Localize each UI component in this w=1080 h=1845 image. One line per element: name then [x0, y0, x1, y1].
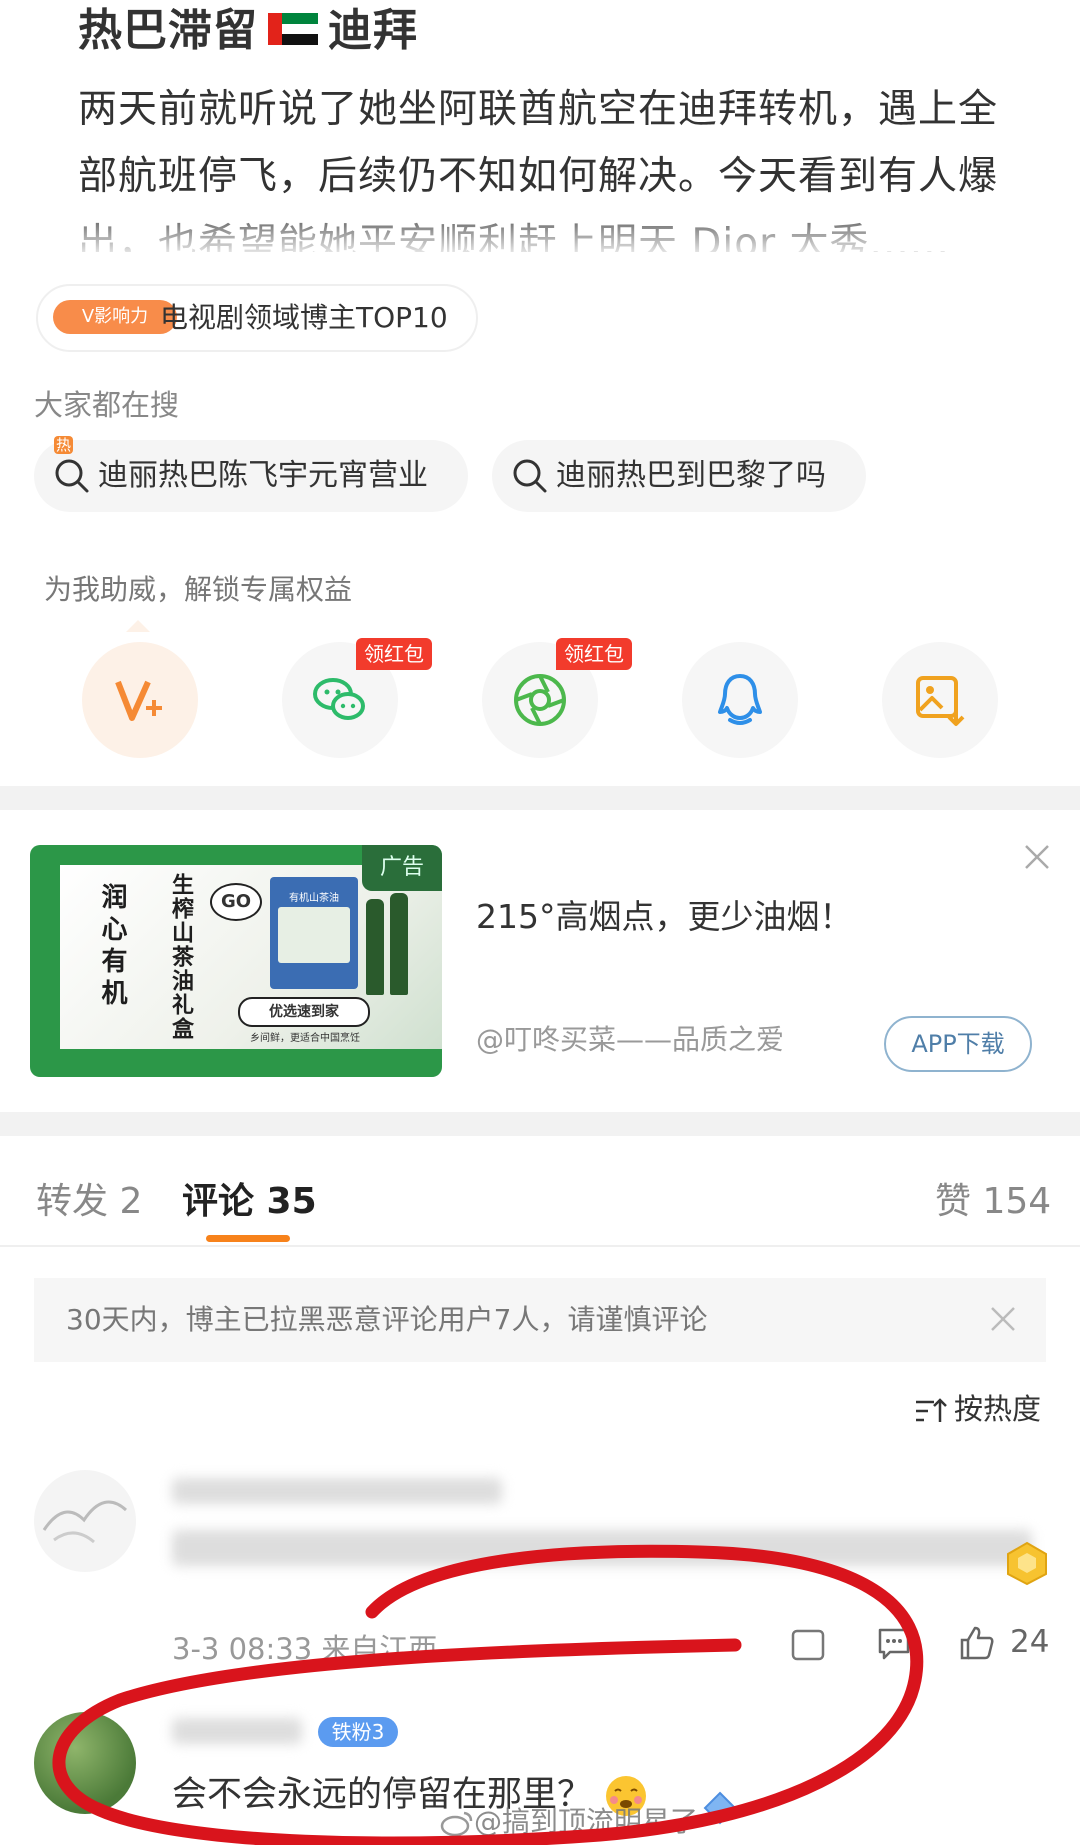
ad-tag: 广告	[362, 845, 442, 891]
ad-box-label: 有机山茶油	[289, 893, 339, 904]
moments-icon	[514, 674, 566, 726]
section-divider	[0, 786, 1080, 810]
search-icon	[55, 459, 89, 493]
influence-tag: V影响力	[53, 300, 177, 334]
ad-product-text: 生榨山茶油礼盒	[168, 873, 193, 1041]
tab-likes[interactable]: 赞 154	[935, 1172, 1051, 1224]
sort-label: 按热度	[954, 1392, 1042, 1426]
ad-source: @叮咚买菜——品质之爱	[476, 1023, 785, 1056]
ad-headline[interactable]: 215°高烟点，更少油烟！	[476, 890, 853, 938]
search-suggestion-label: 迪丽热巴到巴黎了吗	[556, 458, 826, 493]
ad-image-button: 优选速到家	[238, 997, 370, 1027]
ad-image-panel: 润心有机 生榨山茶油礼盒 GO 有机山茶油 优选速到家 乡间鲜，更适合中国烹饪	[60, 865, 442, 1049]
ad-go-badge: GO	[210, 883, 262, 921]
like-count: 24	[1010, 1624, 1050, 1660]
qq-icon	[718, 674, 762, 725]
save-image-icon	[916, 676, 965, 726]
blurred-comment-text	[172, 1530, 1032, 1566]
comment-notice: 30天内，博主已拉黑恶意评论用户7人，请谨慎评论	[34, 1278, 1046, 1362]
comment-icon[interactable]	[876, 1626, 912, 1662]
sort-by-hot-button[interactable]: 按热度	[914, 1386, 1041, 1428]
vplus-button[interactable]	[82, 642, 198, 758]
notice-text: 30天内，博主已拉黑恶意评论用户7人，请谨慎评论	[66, 1303, 708, 1336]
avatar[interactable]	[34, 1712, 136, 1814]
section-divider	[0, 1112, 1080, 1136]
tabs-divider	[0, 1245, 1080, 1247]
ad-brand-text: 润心有机	[97, 883, 127, 1011]
red-packet-badge: 领红包	[556, 638, 632, 670]
post-title-start: 热巴滞留	[78, 5, 258, 56]
like-icon[interactable]	[958, 1624, 996, 1662]
comment-meta: 3-3 08:33 来自江西	[172, 1632, 438, 1666]
wechat-icon	[313, 678, 365, 720]
ad-bottle	[390, 893, 408, 995]
hot-mark: 热	[54, 436, 74, 454]
app-download-button[interactable]: APP下载	[884, 1016, 1032, 1072]
weibo-logo-icon	[440, 1811, 473, 1837]
close-icon[interactable]	[986, 1302, 1020, 1336]
share-qq-button[interactable]	[682, 642, 798, 758]
repost-icon[interactable]	[790, 1628, 826, 1662]
gold-badge-icon	[1007, 1541, 1047, 1586]
text-fade	[0, 215, 1080, 260]
ad-gift-box: 有机山茶油	[270, 877, 358, 989]
avatar-sketch	[42, 1500, 128, 1544]
close-icon[interactable]	[1020, 840, 1054, 874]
watermark-text: @搞到顶流明星了	[474, 1805, 699, 1838]
tab-comments[interactable]: 评论 35	[182, 1172, 317, 1224]
fan-level-badge: 铁粉3	[318, 1717, 398, 1747]
tab-repost[interactable]: 转发 2	[36, 1172, 142, 1224]
search-suggestion-2[interactable]: 迪丽热巴到巴黎了吗	[492, 440, 866, 512]
active-tab-indicator	[206, 1235, 290, 1242]
watermark: @搞到顶流明星了	[440, 1800, 698, 1840]
search-suggestion-label: 迪丽热巴陈飞宇元宵营业	[98, 458, 428, 493]
red-packet-badge: 领红包	[356, 638, 432, 670]
ad-image[interactable]: 润心有机 生榨山茶油礼盒 GO 有机山茶油 优选速到家 乡间鲜，更适合中国烹饪 …	[30, 845, 442, 1077]
avatar[interactable]	[34, 1470, 136, 1572]
influence-text: 电视剧领域博主TOP10	[160, 301, 448, 334]
uae-flag-icon	[268, 13, 318, 45]
search-icon	[513, 459, 547, 493]
pointer-arrow	[126, 620, 150, 632]
sort-icon	[916, 1398, 947, 1422]
ad-image-caption: 乡间鲜，更适合中国烹饪	[250, 1033, 360, 1044]
vplus-icon	[115, 680, 162, 721]
save-image-button[interactable]	[882, 642, 998, 758]
influence-badge[interactable]: V影响力 电视剧领域博主TOP10	[36, 284, 478, 352]
diamond-icon	[703, 1791, 737, 1825]
support-title: 为我助威，解锁专属权益	[44, 573, 353, 606]
blurred-username	[172, 1718, 302, 1744]
post-title-end: 迪拜	[328, 5, 418, 56]
post-title: 热巴滞留 迪拜	[78, 0, 418, 58]
search-suggestion-1[interactable]: 热 迪丽热巴陈飞宇元宵营业	[34, 436, 468, 512]
trending-search-title: 大家都在搜	[34, 388, 180, 422]
ad-bottle	[366, 899, 384, 995]
blurred-username	[172, 1478, 502, 1504]
